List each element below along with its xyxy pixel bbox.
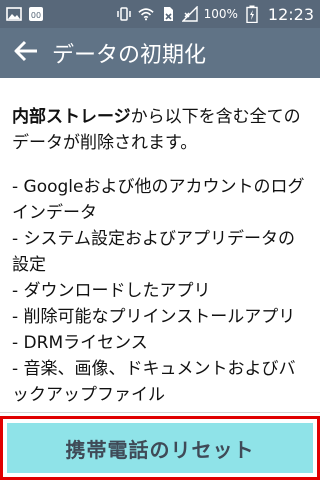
battery-percent: 100%	[203, 7, 238, 21]
back-arrow-icon	[13, 40, 39, 66]
list-item: - DRMライセンス	[12, 333, 148, 353]
signal-icon	[181, 6, 198, 22]
svg-text:00: 00	[31, 11, 41, 20]
reset-phone-button[interactable]: 携帯電話のリセット	[7, 423, 313, 473]
clock: 12:23	[267, 4, 314, 24]
status-left: 00	[6, 6, 44, 22]
status-right: 100% 12:23	[116, 5, 314, 24]
deletion-list: - Googleおよび他のアカウントのログインデータ - システム設定およびアプ…	[12, 174, 308, 408]
intro-text: 内部ストレージから以下を含む全てのデータが削除されます。	[12, 104, 308, 156]
content[interactable]: 内部ストレージから以下を含む全てのデータが削除されます。 - Googleおよび…	[12, 104, 308, 414]
intro-bold: 内部ストレージ	[12, 107, 131, 127]
page-title: データの初期化	[52, 43, 207, 68]
back-button[interactable]	[8, 35, 44, 71]
app-icon: 00	[28, 6, 44, 22]
list-item: - Googleおよび他のアカウントのログインデータ	[12, 177, 305, 223]
image-icon	[6, 6, 22, 22]
wifi-icon	[137, 6, 154, 22]
app-bar: データの初期化	[0, 28, 320, 78]
divider	[0, 412, 320, 413]
reset-button-highlight: 携帯電話のリセット	[0, 416, 320, 480]
list-item: - ダウンロードしたアプリ	[12, 281, 211, 301]
vibrate-icon	[116, 6, 132, 22]
no-sim-icon	[160, 6, 176, 22]
list-item: - システム設定およびアプリデータの設定	[12, 229, 296, 275]
list-item: - 音楽、画像、ドキュメントおよびバックアップファイル	[12, 359, 296, 405]
list-item: - 削除可能なプリインストールアプリ	[12, 307, 296, 327]
battery-charging-icon	[244, 5, 260, 23]
status-bar: 00 100% 12:23	[0, 0, 320, 28]
